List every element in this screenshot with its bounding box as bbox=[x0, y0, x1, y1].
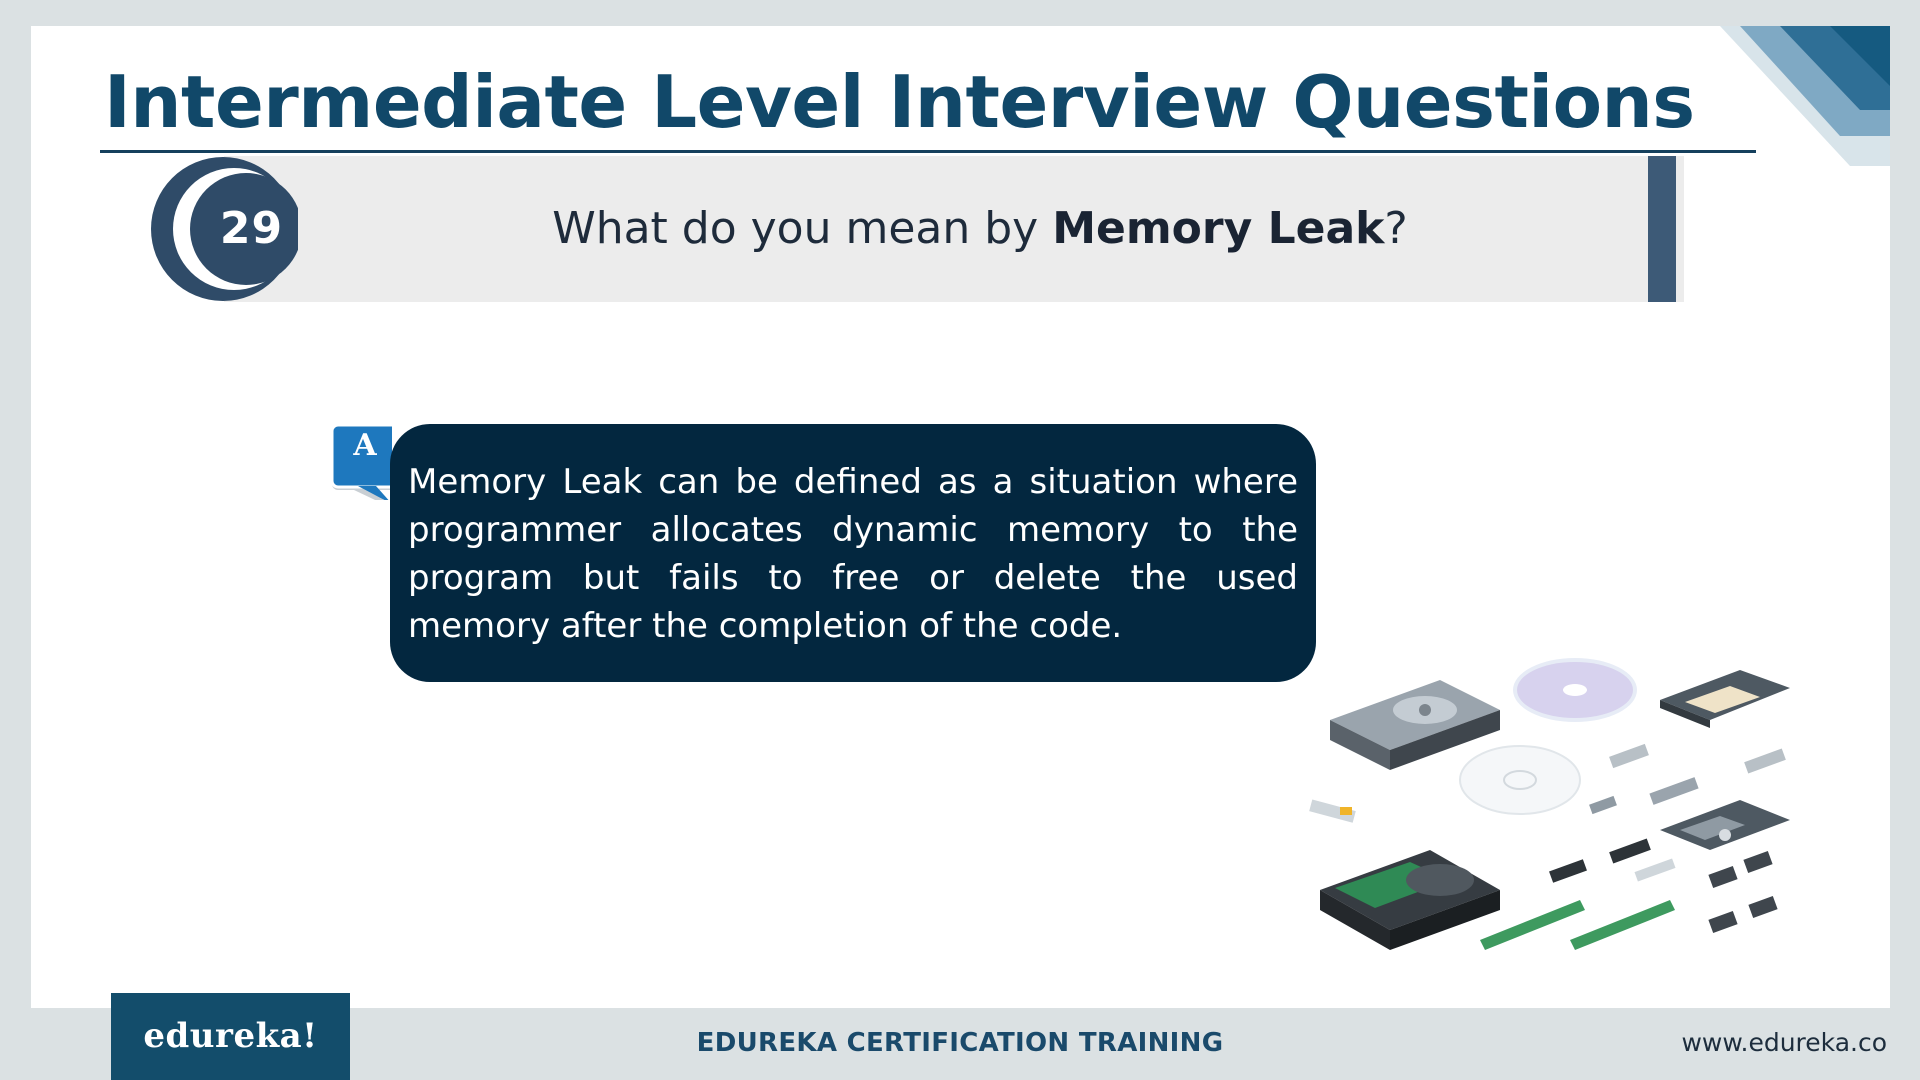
footer-certification-text: EDUREKA CERTIFICATION TRAINING bbox=[696, 1028, 1224, 1058]
hard-drive-icon bbox=[1330, 680, 1500, 770]
question-keyword: Memory Leak bbox=[1052, 203, 1385, 254]
answer-bubble: Memory Leak can be defined as a situatio… bbox=[390, 424, 1316, 682]
question-number: 29 bbox=[219, 203, 284, 254]
answer-text: Memory Leak can be defined as a situatio… bbox=[408, 462, 1298, 646]
footer-website-link[interactable]: www.edureka.co bbox=[1681, 1028, 1887, 1057]
corner-decoration-icon bbox=[1720, 26, 1890, 166]
open-hard-drive-icon bbox=[1320, 850, 1500, 950]
page-title: Intermediate Level Interview Questions bbox=[104, 60, 1695, 144]
edureka-logo: edureka! bbox=[111, 993, 350, 1080]
answer-badge-letter: A bbox=[353, 428, 377, 463]
title-divider bbox=[100, 150, 1756, 153]
floppy-disk-icon bbox=[1660, 670, 1790, 728]
question-bar-accent bbox=[1648, 156, 1676, 302]
storage-devices-illustration bbox=[1309, 658, 1790, 950]
question-prefix: What do you mean by bbox=[552, 203, 1053, 254]
question-suffix: ? bbox=[1384, 203, 1408, 254]
optical-disc-icon bbox=[1513, 658, 1637, 722]
question-text: What do you mean by Memory Leak? bbox=[320, 200, 1640, 258]
